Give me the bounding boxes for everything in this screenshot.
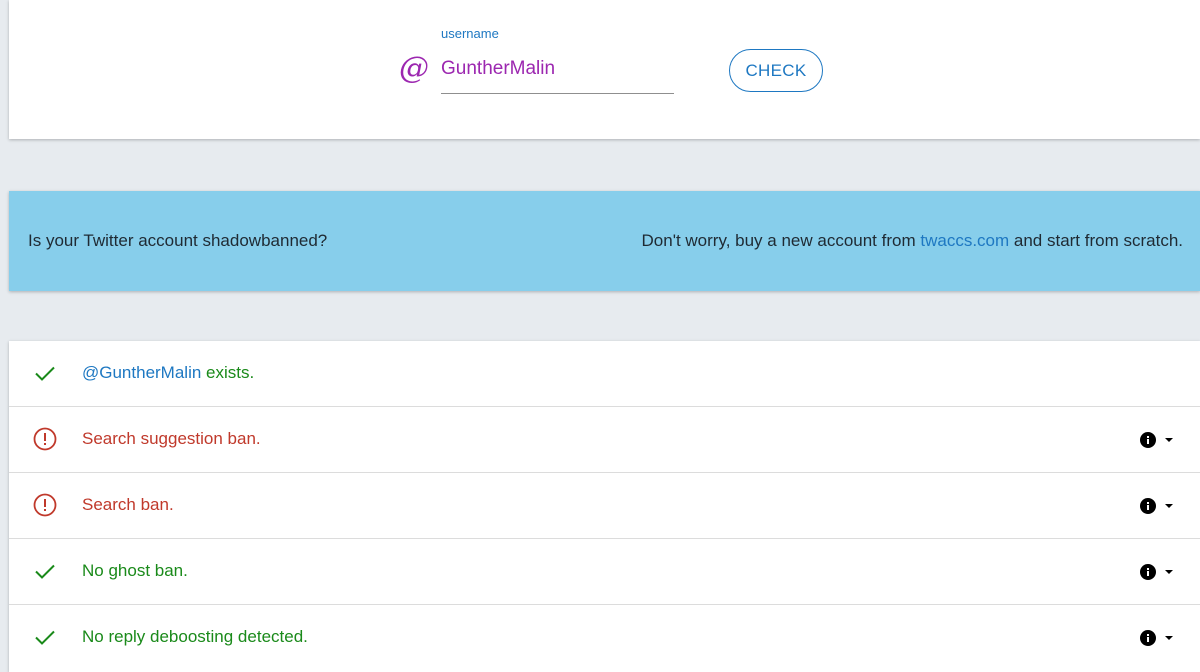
details-toggle[interactable] [1140,560,1180,584]
banner-pitch: Don't worry, buy a new account from twac… [642,231,1183,251]
caret-down-icon [1165,636,1173,640]
username-label: username [441,26,499,41]
check-icon [35,366,55,381]
check-icon [35,630,55,645]
result-text: @GuntherMalin exists. [82,363,254,383]
result-text: Search suggestion ban. [82,429,261,448]
result-text: Search ban. [82,495,174,514]
result-row-search-ban[interactable]: Search ban. [9,473,1200,539]
result-suffix: exists. [201,363,255,382]
check-icon [35,564,55,579]
banner-pitch-before: Don't worry, buy a new account from [641,231,921,250]
result-row-reply-deboosting[interactable]: No reply deboosting detected. [9,605,1200,671]
result-text: No ghost ban. [82,561,188,580]
username-input[interactable] [441,50,674,94]
details-toggle[interactable] [1140,428,1180,452]
check-button[interactable]: CHECK [729,49,823,92]
search-card: username @ CHECK [9,0,1200,139]
caret-down-icon [1165,438,1173,442]
results-list: @GuntherMalin exists. Search suggestion … [9,341,1200,672]
details-toggle[interactable] [1140,626,1180,650]
banner-pitch-after: and start from scratch. [1009,231,1183,250]
handle-link[interactable]: @GuntherMalin [82,363,201,382]
result-text: No reply deboosting detected. [82,627,308,646]
caret-down-icon [1165,504,1173,508]
twaccs-link[interactable]: twaccs.com [920,231,1009,250]
info-icon [1140,498,1156,514]
promo-banner: Is your Twitter account shadowbanned? Do… [9,191,1200,291]
banner-question: Is your Twitter account shadowbanned? [28,231,328,250]
caret-down-icon [1165,570,1173,574]
info-icon [1140,564,1156,580]
at-sign-icon: @ [399,51,429,86]
info-icon [1140,630,1156,646]
alert-circle-icon [33,493,57,517]
result-row-exists: @GuntherMalin exists. [9,341,1200,407]
alert-circle-icon [33,427,57,451]
info-icon [1140,432,1156,448]
result-row-ghost-ban[interactable]: No ghost ban. [9,539,1200,605]
result-row-search-suggestion-ban[interactable]: Search suggestion ban. [9,407,1200,473]
details-toggle[interactable] [1140,494,1180,518]
